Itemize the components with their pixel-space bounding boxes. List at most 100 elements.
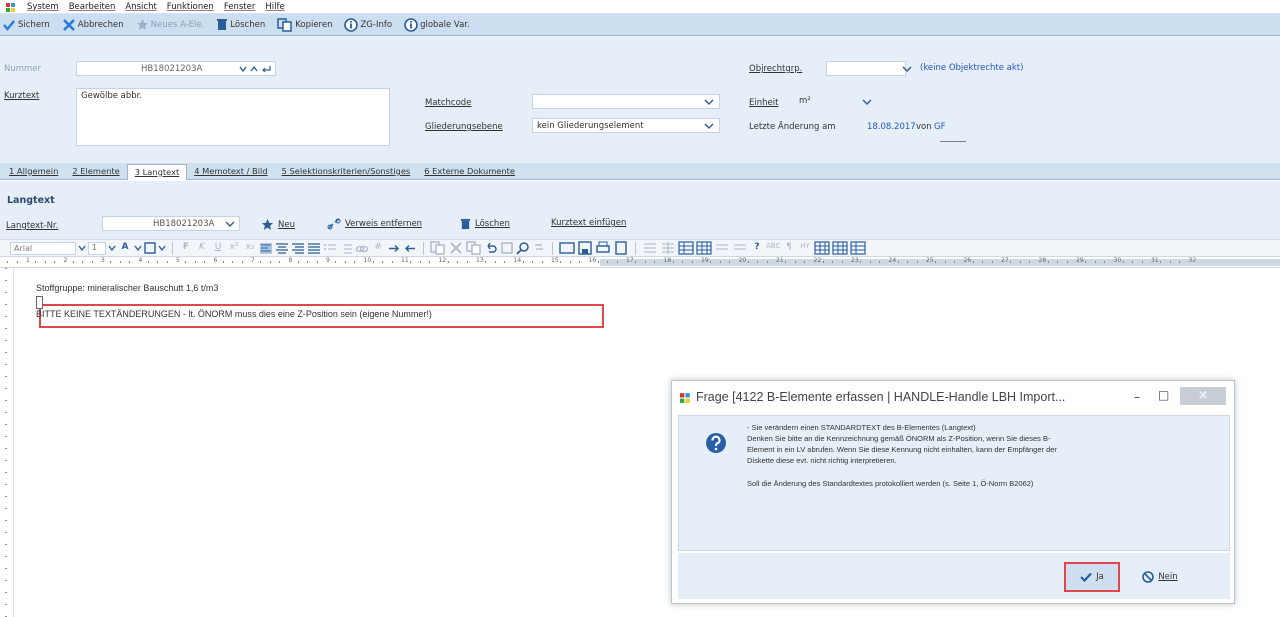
global-var-button[interactable]: globale Var.: [404, 17, 470, 32]
link-icon[interactable]: [355, 242, 369, 255]
numbered-list-icon[interactable]: [339, 242, 353, 255]
arrow-left-icon[interactable]: [403, 242, 417, 255]
align-left-icon[interactable]: [259, 242, 273, 255]
kurztext-textarea[interactable]: Gewölbe abbr.: [76, 88, 390, 146]
menu-funktionen[interactable]: Funktionen: [167, 2, 214, 12]
dialog-titlebar[interactable]: Frage [4122 B-Elemente erfassen | HANDLE…: [672, 381, 1234, 413]
zg-info-button[interactable]: ZG-Info: [344, 17, 392, 32]
bullet-list-icon[interactable]: [323, 242, 337, 255]
ruler-tick: [82, 261, 84, 263]
help-icon[interactable]: ?: [750, 242, 764, 255]
tab-elemente[interactable]: 2 Elemente: [65, 164, 126, 178]
ruler-tick: [7, 261, 9, 263]
info-icon: [404, 17, 418, 32]
superscript-icon[interactable]: x²: [227, 242, 241, 255]
undo-icon[interactable]: [484, 241, 498, 255]
new-langtext-button[interactable]: Neu: [256, 216, 300, 233]
ruler-tick: [72, 261, 74, 263]
delete-button[interactable]: Löschen: [216, 18, 265, 31]
cancel-label: Abbrechen: [77, 19, 124, 30]
align-right-icon[interactable]: [291, 242, 305, 255]
no-button[interactable]: Nein: [1130, 564, 1190, 590]
maximize-button[interactable]: □: [1158, 388, 1169, 402]
ruler-mark: 21: [776, 257, 784, 264]
chevron-down-icon[interactable]: [108, 244, 116, 252]
tab-externe-dokumente[interactable]: 6 Externe Dokumente: [417, 164, 522, 178]
search-icon[interactable]: [516, 241, 530, 255]
copy-button[interactable]: Kopieren: [277, 17, 332, 32]
insert-table-icon[interactable]: [678, 241, 694, 255]
ruler-mark: 32: [1188, 257, 1197, 264]
table-props-icon[interactable]: [660, 241, 676, 255]
gliederung-select[interactable]: kein Gliederungselement: [532, 118, 720, 133]
close-button[interactable]: ×: [1180, 387, 1226, 405]
table-grid-icon[interactable]: [696, 241, 712, 255]
minimize-button[interactable]: –: [1134, 390, 1140, 404]
paste-icon[interactable]: [430, 241, 446, 255]
hash-icon[interactable]: #: [371, 242, 385, 255]
border-icon[interactable]: [144, 242, 156, 254]
new-element-button[interactable]: Neues A-Ele.: [136, 18, 204, 31]
horizontal-ruler[interactable]: 1 2 3 4 5 6 7 8 9 10 11 12 13 14 15 16 17 18 19 20 21 22 23 24 2…: [0, 256, 1280, 268]
langtext-nr-select[interactable]: HB18021203A: [102, 216, 240, 231]
tab-selektion[interactable]: 5 Selektionskriterien/Sonstiges: [275, 164, 418, 178]
split-cells-icon[interactable]: [732, 241, 748, 255]
spellcheck-icon[interactable]: ABC: [766, 242, 780, 255]
menu-system[interactable]: System: [27, 2, 59, 12]
hyphen-icon[interactable]: HY: [798, 242, 812, 255]
menu-hilfe[interactable]: Hilfe: [265, 2, 284, 12]
font-select[interactable]: Arial: [10, 241, 76, 255]
justify-icon[interactable]: [307, 242, 321, 255]
menu-ansicht[interactable]: Ansicht: [125, 2, 156, 12]
subscript-icon[interactable]: x₂: [243, 242, 257, 255]
new-document-icon[interactable]: [559, 241, 575, 255]
tab-langtext[interactable]: 3 Langtext: [126, 163, 188, 180]
tab-allgemein[interactable]: 1 Allgemein: [2, 164, 65, 178]
chevron-down-icon[interactable]: [704, 98, 714, 106]
italic-icon[interactable]: K: [195, 242, 209, 255]
cancel-button[interactable]: Abbrechen: [62, 18, 124, 32]
grid-view-icon[interactable]: [850, 241, 866, 255]
font-size-select[interactable]: 1: [88, 241, 106, 255]
page-icon[interactable]: [613, 241, 629, 255]
chevron-down-icon[interactable]: [78, 244, 86, 252]
frame-icon[interactable]: [500, 241, 514, 255]
remove-reference-button[interactable]: Verweis entfernen: [322, 216, 427, 232]
bold-icon[interactable]: F: [179, 242, 193, 255]
yes-button[interactable]: Ja: [1064, 562, 1120, 592]
grid-view-icon[interactable]: [832, 241, 848, 255]
chevron-down-icon[interactable]: [134, 244, 142, 252]
chevron-down-icon[interactable]: [902, 65, 912, 73]
enter-icon[interactable]: [261, 65, 271, 73]
arrow-right-icon[interactable]: [387, 242, 401, 255]
font-color-icon[interactable]: A: [118, 242, 132, 255]
chevron-down-icon[interactable]: [862, 98, 872, 106]
insert-short-text-button[interactable]: Kurztext einfügen: [546, 216, 631, 230]
ruler-tick: [447, 261, 449, 263]
replace-icon[interactable]: [532, 241, 546, 255]
chevron-down-icon[interactable]: [704, 122, 714, 130]
ruler-mark: 14: [513, 257, 522, 264]
tab-memotext[interactable]: 4 Memotext / Bild: [187, 164, 274, 178]
cut-icon[interactable]: [448, 241, 464, 255]
copy-icon[interactable]: [466, 241, 482, 255]
underline-icon[interactable]: U: [211, 242, 225, 255]
save-icon[interactable]: [577, 241, 593, 255]
delete-langtext-button[interactable]: Löschen: [455, 216, 515, 232]
align-center-icon[interactable]: [275, 242, 289, 255]
merge-cells-icon[interactable]: [714, 241, 730, 255]
menu-bearbeiten[interactable]: Bearbeiten: [69, 2, 116, 12]
chevron-up-icon[interactable]: [250, 65, 258, 73]
chevron-down-icon[interactable]: [239, 65, 247, 73]
objrecht-select[interactable]: [826, 61, 906, 76]
pilcrow-icon[interactable]: ¶: [782, 242, 796, 255]
matchcode-select[interactable]: [532, 94, 720, 109]
table-style-icon[interactable]: [642, 241, 658, 255]
chevron-down-icon[interactable]: [158, 244, 166, 252]
nummer-field[interactable]: HB18021203A: [76, 61, 276, 76]
grid-view-icon[interactable]: [814, 241, 830, 255]
print-icon[interactable]: [595, 241, 611, 255]
menu-fenster[interactable]: Fenster: [224, 2, 256, 12]
save-button[interactable]: Sichern: [2, 18, 50, 32]
vertical-ruler[interactable]: [0, 268, 14, 617]
